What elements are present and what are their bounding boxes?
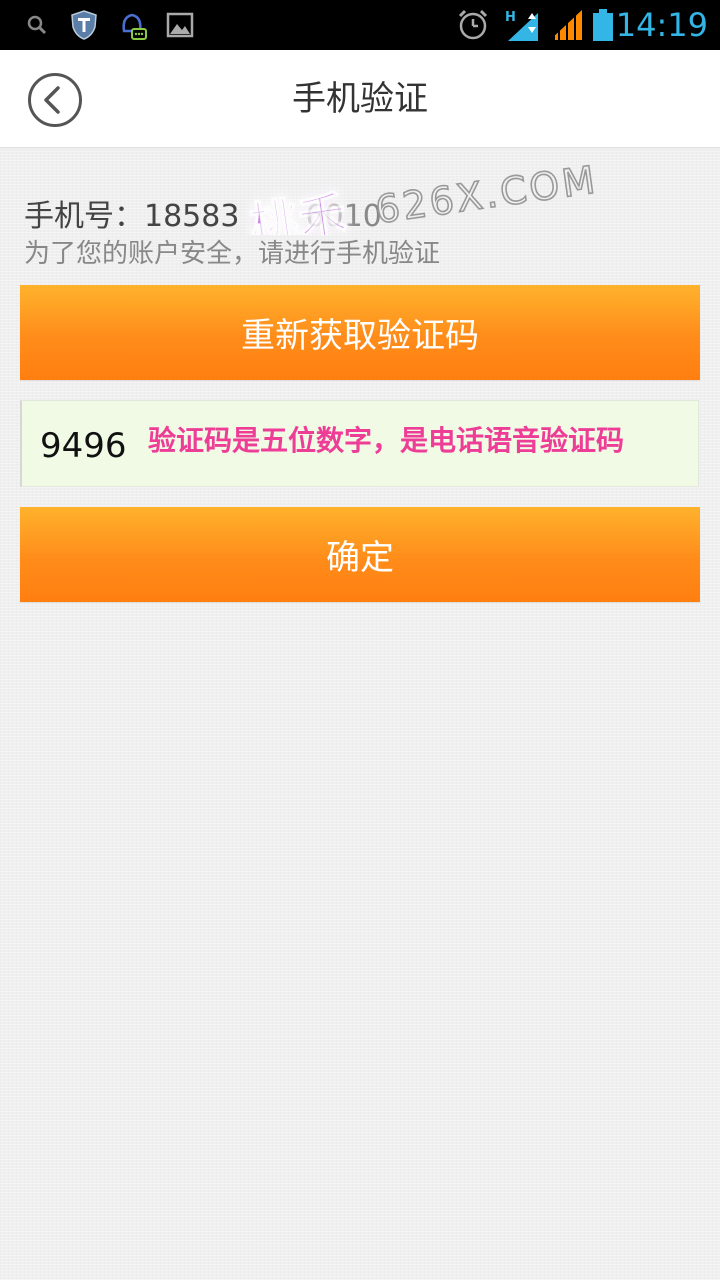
page-title: 手机验证 (292, 79, 428, 119)
back-button[interactable] (28, 73, 82, 127)
search-icon (26, 0, 48, 50)
verification-code-input[interactable]: 9496 验证码是五位数字，是电话语音验证码 (20, 400, 699, 487)
back-arrow-icon (44, 86, 60, 114)
code-annotation: 验证码是五位数字，是电话语音验证码 (148, 424, 625, 457)
security-hint: 为了您的账户安全，请进行手机验证 (24, 239, 441, 269)
battery-icon (592, 0, 614, 50)
shield-icon (70, 0, 98, 50)
confirm-button[interactable]: 确定 (20, 507, 700, 602)
status-bar: H 14:19 (0, 0, 720, 50)
signal-icon (548, 0, 584, 50)
svg-text:626X.COM: 626X.COM (373, 157, 601, 232)
verification-content: 手机号：18583 6010 为了您的账户安全，请进行手机验证 桃禾 626X.C… (0, 149, 720, 1280)
app-header: 手机验证 (0, 50, 720, 148)
mobile-data-icon: H (504, 0, 542, 50)
qq-icon (118, 0, 148, 50)
gallery-icon (166, 0, 194, 50)
phone-number-line: 手机号：18583 6010 (24, 191, 382, 235)
phone-label: 手机号： (24, 199, 144, 234)
code-value: 9496 (40, 426, 127, 466)
alarm-icon (456, 0, 490, 50)
clock-time: 14:19 (615, 6, 708, 44)
phone-number: 18583 (144, 199, 240, 234)
svg-text:H: H (505, 10, 516, 25)
resend-code-button[interactable]: 重新获取验证码 (20, 285, 700, 380)
phone-number-suffix: 6010 (305, 199, 382, 234)
